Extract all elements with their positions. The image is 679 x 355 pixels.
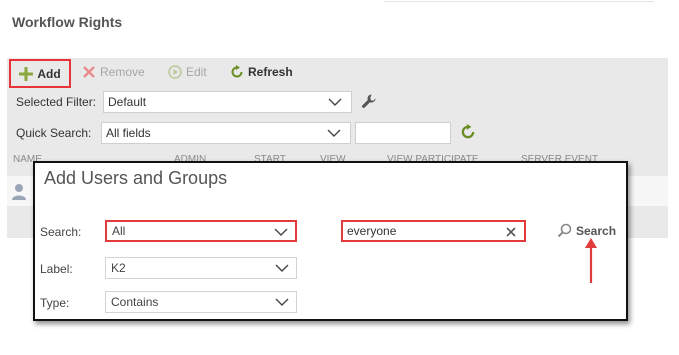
play-circle-icon bbox=[168, 65, 182, 79]
quick-search-field-select[interactable]: All fields bbox=[101, 122, 351, 144]
label-label: Label: bbox=[40, 262, 73, 276]
edit-label: Edit bbox=[186, 65, 207, 79]
chevron-down-icon bbox=[274, 228, 288, 236]
type-select[interactable]: Contains bbox=[105, 291, 297, 313]
page-title: Workflow Rights bbox=[12, 14, 123, 30]
add-label: Add bbox=[37, 66, 61, 81]
search-scope-select[interactable]: All bbox=[105, 220, 297, 242]
edit-button[interactable]: Edit bbox=[168, 65, 207, 79]
chevron-down-icon bbox=[275, 298, 289, 306]
label-value: K2 bbox=[111, 261, 126, 275]
user-icon bbox=[11, 183, 27, 206]
chevron-down-icon bbox=[328, 98, 342, 106]
quick-search-input[interactable] bbox=[355, 122, 451, 144]
remove-label: Remove bbox=[100, 65, 145, 79]
arrow-up-icon bbox=[585, 238, 597, 283]
quick-search-label: Quick Search: bbox=[16, 126, 92, 140]
search-input-value: everyone bbox=[347, 224, 397, 238]
magnifier-icon bbox=[557, 223, 572, 238]
quick-search-refresh-button[interactable] bbox=[460, 124, 476, 145]
label-select[interactable]: K2 bbox=[105, 257, 297, 279]
refresh-icon bbox=[231, 65, 243, 78]
search-scope-value: All bbox=[112, 224, 126, 238]
type-value: Contains bbox=[111, 295, 159, 309]
plus-icon bbox=[19, 66, 34, 81]
wrench-icon bbox=[362, 94, 376, 108]
search-button[interactable]: Search bbox=[557, 223, 616, 238]
chevron-down-icon bbox=[275, 264, 289, 272]
search-button-label: Search bbox=[576, 223, 617, 238]
add-button[interactable]: Add bbox=[9, 59, 71, 88]
selected-filter-select[interactable]: Default bbox=[103, 91, 352, 113]
refresh-label: Refresh bbox=[248, 65, 293, 79]
selected-filter-label: Selected Filter: bbox=[16, 95, 97, 109]
clear-icon[interactable] bbox=[506, 227, 516, 237]
x-icon bbox=[83, 66, 95, 78]
selected-filter-value: Default bbox=[108, 95, 147, 109]
refresh-icon bbox=[461, 124, 475, 139]
type-label: Type: bbox=[40, 296, 70, 310]
quick-search-field-value: All fields bbox=[106, 126, 151, 140]
dialog-title: Add Users and Groups bbox=[44, 168, 228, 188]
refresh-button[interactable]: Refresh bbox=[230, 65, 293, 79]
chevron-down-icon bbox=[327, 129, 341, 137]
search-label: Search: bbox=[40, 225, 82, 239]
remove-button[interactable]: Remove bbox=[82, 65, 145, 79]
top-divider bbox=[384, 1, 654, 2]
search-input[interactable]: everyone bbox=[341, 220, 526, 242]
filter-settings-button[interactable] bbox=[361, 93, 377, 114]
